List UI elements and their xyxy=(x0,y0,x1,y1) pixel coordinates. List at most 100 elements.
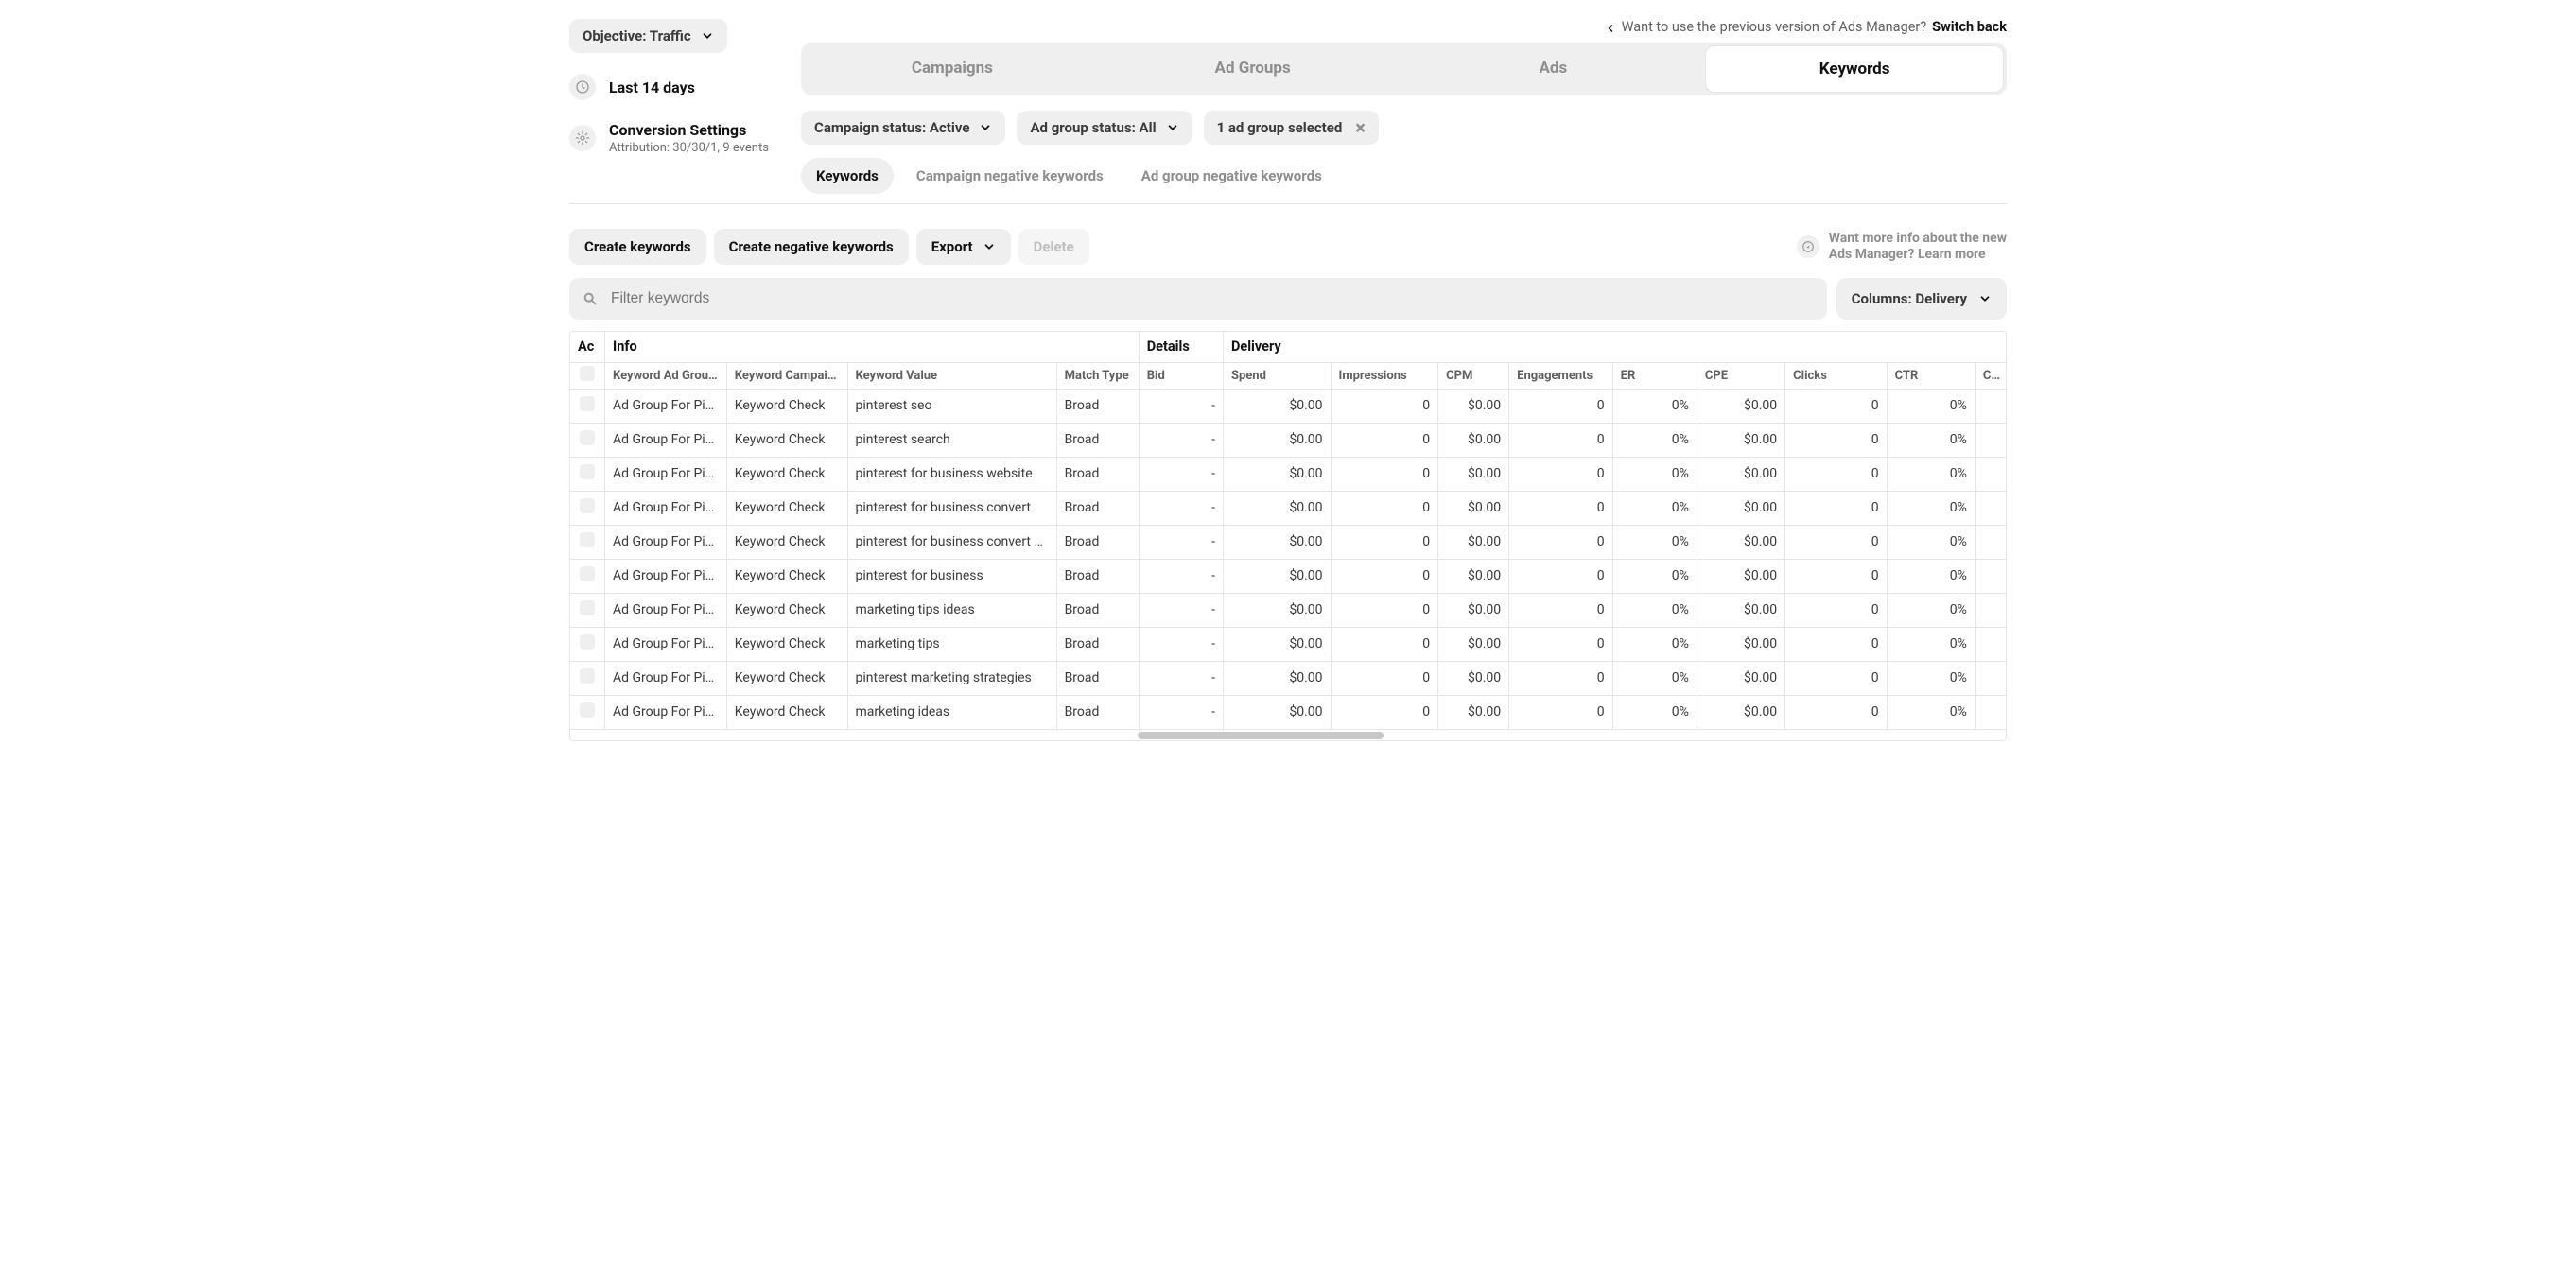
row-checkbox[interactable] xyxy=(580,702,595,718)
scrollbar-thumb[interactable] xyxy=(1138,732,1384,739)
tab-ad-groups[interactable]: Ad Groups xyxy=(1105,45,1401,93)
info-hint[interactable]: Want more info about the new Ads Manager… xyxy=(1797,231,2007,264)
cell-keyword-value: marketing tips ideas xyxy=(847,593,1056,627)
cell-clicks: 0 xyxy=(1785,661,1887,695)
cell-er: 0% xyxy=(1612,423,1697,457)
row-checkbox[interactable] xyxy=(580,396,595,411)
col-keyword-value[interactable]: Keyword Value xyxy=(847,362,1056,389)
keyword-subtabs: Keywords Campaign negative keywords Ad g… xyxy=(801,158,2007,194)
cell-keyword-value: pinterest seo xyxy=(847,389,1056,423)
table-row[interactable]: Ad Group For Pin: PiKeyword Checkpintere… xyxy=(570,457,2006,491)
cell-engagements: 0 xyxy=(1509,423,1613,457)
cell-cpc xyxy=(1975,627,2006,661)
cell-ctr: 0% xyxy=(1887,423,1975,457)
cell-cpc xyxy=(1975,695,2006,729)
cell-impressions: 0 xyxy=(1331,627,1438,661)
previous-version-link[interactable]: Want to use the previous version of Ads … xyxy=(801,19,2007,35)
create-keywords-button[interactable]: Create keywords xyxy=(569,229,706,265)
col-ctr[interactable]: CTR xyxy=(1887,362,1975,389)
cell-er: 0% xyxy=(1612,559,1697,593)
table-row[interactable]: Ad Group For Pin: PiKeyword Checkmarketi… xyxy=(570,593,2006,627)
date-range-row[interactable]: Last 14 days xyxy=(569,74,801,100)
subtab-adgroup-negative[interactable]: Ad group negative keywords xyxy=(1126,158,1337,194)
cell-spend: $0.00 xyxy=(1223,457,1331,491)
horizontal-scrollbar[interactable] xyxy=(570,729,2006,740)
row-checkbox[interactable] xyxy=(580,532,595,547)
col-engagements[interactable]: Engagements xyxy=(1509,362,1613,389)
table-row[interactable]: Ad Group For Pin: PiKeyword Checkpintere… xyxy=(570,423,2006,457)
tab-keywords[interactable]: Keywords xyxy=(1705,45,2004,93)
adgroup-selected-chip[interactable]: 1 ad group selected × xyxy=(1204,111,1379,145)
row-checkbox[interactable] xyxy=(580,668,595,684)
create-negative-keywords-button[interactable]: Create negative keywords xyxy=(714,229,909,265)
cell-adgroup: Ad Group For Pin: Pi xyxy=(605,627,727,661)
row-checkbox[interactable] xyxy=(580,600,595,615)
cell-ctr: 0% xyxy=(1887,525,1975,559)
cell-engagements: 0 xyxy=(1509,627,1613,661)
prev-link-action[interactable]: Switch back xyxy=(1932,19,2007,35)
conversion-title: Conversion Settings xyxy=(609,121,769,139)
cell-clicks: 0 xyxy=(1785,695,1887,729)
col-clicks[interactable]: Clicks xyxy=(1785,362,1887,389)
cell-er: 0% xyxy=(1612,661,1697,695)
cell-cpe: $0.00 xyxy=(1697,389,1784,423)
table-row[interactable]: Ad Group For Pin: PiKeyword Checkpintere… xyxy=(570,661,2006,695)
col-spend[interactable]: Spend xyxy=(1223,362,1331,389)
col-cpe[interactable]: CPE xyxy=(1697,362,1784,389)
select-all-checkbox[interactable] xyxy=(580,366,595,381)
row-checkbox[interactable] xyxy=(580,464,595,479)
export-button[interactable]: Export xyxy=(916,229,1011,265)
cell-impressions: 0 xyxy=(1331,457,1438,491)
col-cpm[interactable]: CPM xyxy=(1438,362,1509,389)
cell-campaign: Keyword Check xyxy=(726,593,847,627)
table-row[interactable]: Ad Group For Pin: PiKeyword Checkpintere… xyxy=(570,389,2006,423)
filter-keywords-search[interactable] xyxy=(569,278,1827,320)
cell-ctr: 0% xyxy=(1887,661,1975,695)
filter-keywords-input[interactable] xyxy=(609,289,1814,308)
row-checkbox[interactable] xyxy=(580,498,595,513)
col-keyword-campaign[interactable]: Keyword Campaign Na xyxy=(726,362,847,389)
objective-label: Objective: Traffic xyxy=(583,27,691,44)
objective-dropdown[interactable]: Objective: Traffic xyxy=(569,19,727,53)
clock-icon xyxy=(569,74,596,100)
row-checkbox[interactable] xyxy=(580,566,595,581)
cell-adgroup: Ad Group For Pin: Pi xyxy=(605,695,727,729)
cell-adgroup: Ad Group For Pin: Pi xyxy=(605,559,727,593)
table-row[interactable]: Ad Group For Pin: PiKeyword Checkpintere… xyxy=(570,559,2006,593)
cell-er: 0% xyxy=(1612,491,1697,525)
chevron-down-icon xyxy=(979,121,992,134)
cell-spend: $0.00 xyxy=(1223,593,1331,627)
subtab-campaign-negative[interactable]: Campaign negative keywords xyxy=(901,158,1119,194)
cell-cpm: $0.00 xyxy=(1438,559,1509,593)
adgroup-status-filter[interactable]: Ad group status: All xyxy=(1017,111,1192,145)
cell-spend: $0.00 xyxy=(1223,389,1331,423)
row-checkbox[interactable] xyxy=(580,430,595,445)
columns-dropdown[interactable]: Columns: Delivery xyxy=(1836,278,2007,320)
cell-spend: $0.00 xyxy=(1223,491,1331,525)
subtab-keywords[interactable]: Keywords xyxy=(801,158,894,194)
row-checkbox[interactable] xyxy=(580,634,595,650)
col-match-type[interactable]: Match Type xyxy=(1056,362,1139,389)
tab-ads[interactable]: Ads xyxy=(1405,45,1702,93)
cell-match-type: Broad xyxy=(1056,457,1139,491)
tab-campaigns[interactable]: Campaigns xyxy=(804,45,1101,93)
cell-clicks: 0 xyxy=(1785,389,1887,423)
close-icon[interactable]: × xyxy=(1351,122,1366,133)
table-row[interactable]: Ad Group For Pin: PiKeyword Checkpintere… xyxy=(570,525,2006,559)
cell-bid: - xyxy=(1139,627,1223,661)
cell-cpm: $0.00 xyxy=(1438,627,1509,661)
campaign-status-filter[interactable]: Campaign status: Active xyxy=(801,111,1005,145)
col-impressions[interactable]: Impressions xyxy=(1331,362,1438,389)
cell-keyword-value: pinterest for business website xyxy=(847,457,1056,491)
adgroup-status-label: Ad group status: All xyxy=(1030,119,1156,136)
cell-campaign: Keyword Check xyxy=(726,457,847,491)
col-keyword-adgroup[interactable]: Keyword Ad Group Na xyxy=(605,362,727,389)
col-er[interactable]: ER xyxy=(1612,362,1697,389)
conversion-settings-row[interactable]: Conversion Settings Attribution: 30/30/1… xyxy=(569,121,801,155)
col-cpc[interactable]: CP xyxy=(1975,362,2006,389)
table-row[interactable]: Ad Group For Pin: PiKeyword Checkmarketi… xyxy=(570,627,2006,661)
table-row[interactable]: Ad Group For Pin: PiKeyword Checkpintere… xyxy=(570,491,2006,525)
table-row[interactable]: Ad Group For Pin: PiKeyword Checkmarketi… xyxy=(570,695,2006,729)
cell-cpm: $0.00 xyxy=(1438,695,1509,729)
col-bid[interactable]: Bid xyxy=(1139,362,1223,389)
